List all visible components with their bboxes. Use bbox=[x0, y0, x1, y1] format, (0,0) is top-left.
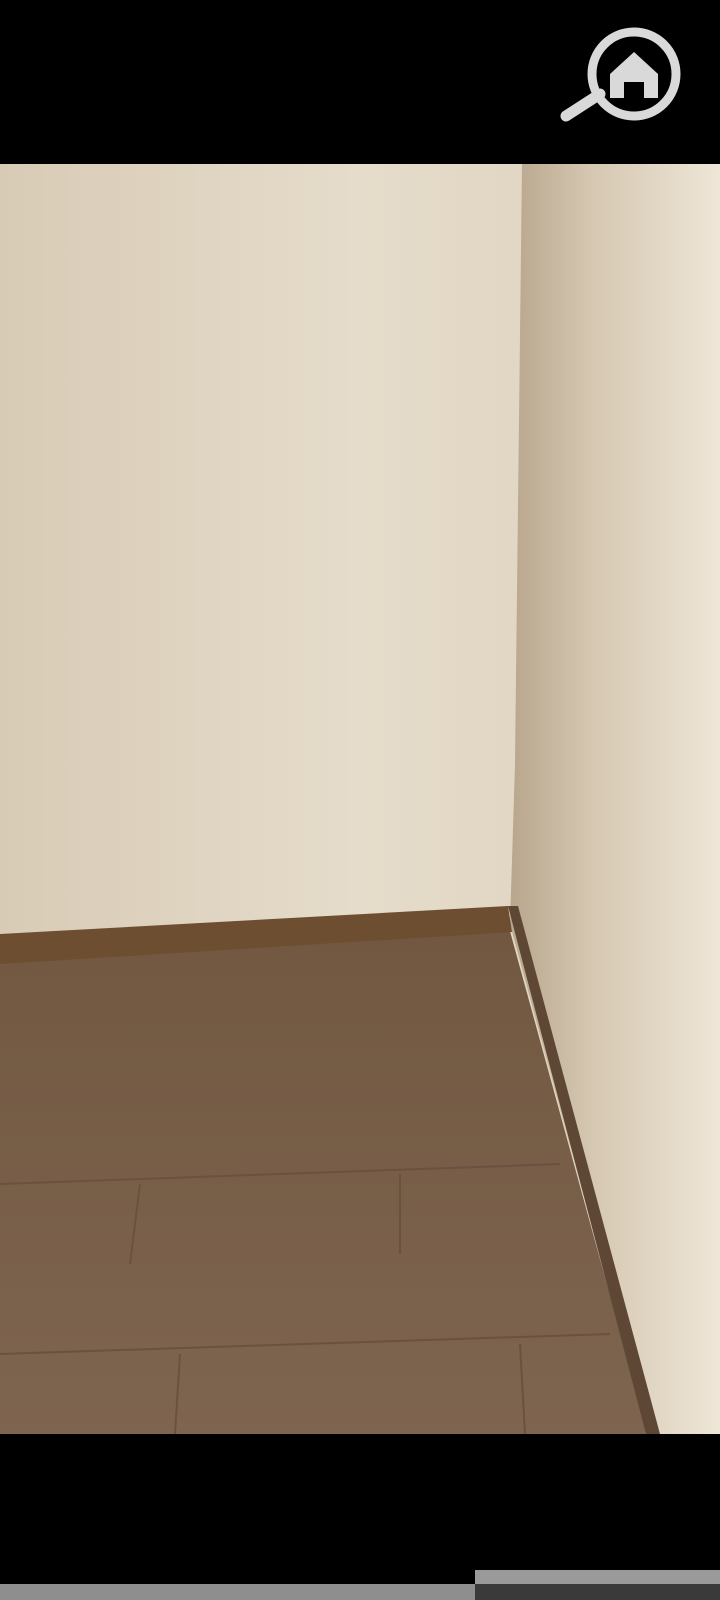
house-magnifier-icon bbox=[560, 22, 694, 132]
video-progress-bar[interactable] bbox=[0, 1570, 720, 1600]
room-scene bbox=[0, 164, 720, 1434]
video-progress-handle[interactable] bbox=[475, 1570, 720, 1584]
video-progress-fill bbox=[0, 1584, 475, 1600]
video-player-screen bbox=[0, 0, 720, 1600]
top-letterbox bbox=[0, 0, 720, 164]
video-frame[interactable] bbox=[0, 164, 720, 1434]
